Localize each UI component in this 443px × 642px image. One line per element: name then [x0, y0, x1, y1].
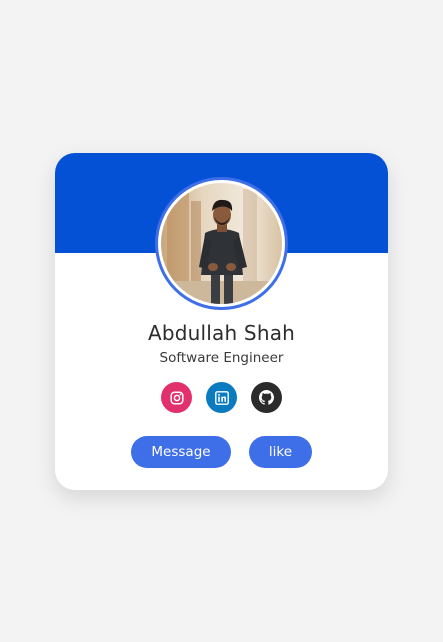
social-links	[55, 382, 388, 413]
like-button[interactable]: like	[249, 436, 312, 468]
person-photo-icon	[161, 183, 282, 304]
message-button[interactable]: Message	[131, 436, 231, 468]
instagram-link[interactable]	[161, 382, 192, 413]
avatar	[155, 177, 288, 310]
github-icon	[259, 390, 274, 405]
action-buttons: Message like	[55, 436, 388, 468]
avatar-photo	[161, 183, 282, 304]
instagram-icon	[169, 390, 184, 405]
profile-name: Abdullah Shah	[147, 321, 296, 345]
linkedin-link[interactable]	[206, 382, 237, 413]
profile-card: Abdullah Shah Software Engineer Message	[55, 153, 388, 490]
linkedin-icon	[214, 390, 229, 405]
profile-role: Software Engineer	[159, 350, 284, 366]
github-link[interactable]	[251, 382, 282, 413]
